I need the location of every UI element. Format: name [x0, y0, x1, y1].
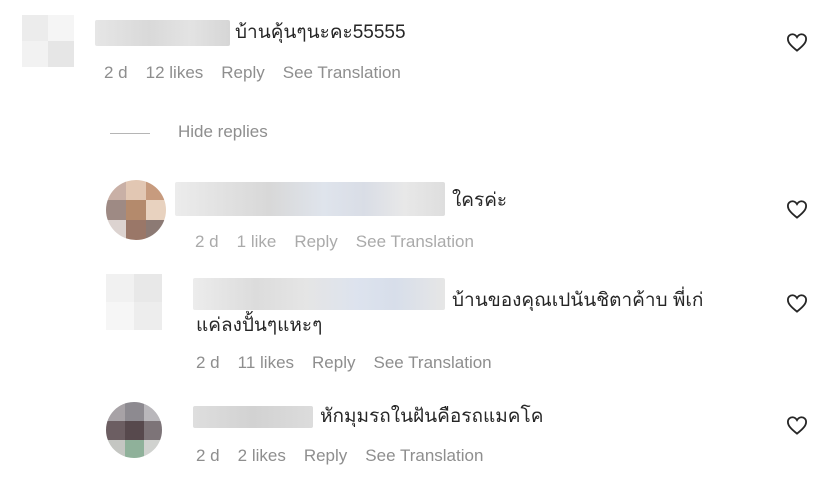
likes-count[interactable]: 2 likes	[238, 446, 286, 465]
comment-meta: 2 d 12 likes Reply See Translation	[104, 63, 419, 83]
comment-text: บ้านคุ้นๆนะคะ55555	[235, 22, 406, 43]
see-translation-button[interactable]: See Translation	[283, 63, 401, 82]
reply-text-line2: แค่ลงปั้นๆแหะๆ	[196, 315, 323, 336]
reply-text-line1: บ้านของคุณเปนันชิตาค้าบ พี่เก่	[452, 290, 704, 311]
reply-time: 2 d	[196, 446, 220, 465]
likes-count[interactable]: 1 like	[237, 232, 277, 251]
username-blurred[interactable]	[175, 182, 445, 216]
heart-outline-icon[interactable]	[786, 415, 808, 435]
reply-button[interactable]: Reply	[221, 63, 264, 82]
replies-divider	[110, 133, 150, 134]
reply-time: 2 d	[195, 232, 219, 251]
heart-outline-icon[interactable]	[786, 199, 808, 219]
reply-meta: 2 d 1 like Reply See Translation	[195, 232, 492, 252]
avatar[interactable]	[106, 274, 162, 330]
username-blurred[interactable]	[95, 20, 230, 46]
reply-button[interactable]: Reply	[304, 446, 347, 465]
reply-button[interactable]: Reply	[294, 232, 337, 251]
reply-time: 2 d	[196, 353, 220, 372]
hide-replies-button[interactable]: Hide replies	[178, 122, 268, 142]
reply-text: หักมุมรถในฝันคือรถแมคโค	[320, 406, 544, 427]
comment-time: 2 d	[104, 63, 128, 82]
likes-count[interactable]: 12 likes	[146, 63, 204, 82]
reply-meta: 2 d 11 likes Reply See Translation	[196, 353, 510, 373]
see-translation-button[interactable]: See Translation	[374, 353, 492, 372]
avatar[interactable]	[106, 180, 166, 240]
likes-count[interactable]: 11 likes	[238, 353, 294, 372]
see-translation-button[interactable]: See Translation	[356, 232, 474, 251]
reply-text: ใครค่ะ	[452, 190, 508, 211]
see-translation-button[interactable]: See Translation	[365, 446, 483, 465]
username-blurred[interactable]	[193, 278, 445, 310]
avatar[interactable]	[106, 402, 162, 458]
heart-outline-icon[interactable]	[786, 293, 808, 313]
heart-outline-icon[interactable]	[786, 32, 808, 52]
username-blurred[interactable]	[193, 406, 313, 428]
avatar[interactable]	[22, 15, 74, 67]
reply-button[interactable]: Reply	[312, 353, 355, 372]
reply-meta: 2 d 2 likes Reply See Translation	[196, 446, 501, 466]
